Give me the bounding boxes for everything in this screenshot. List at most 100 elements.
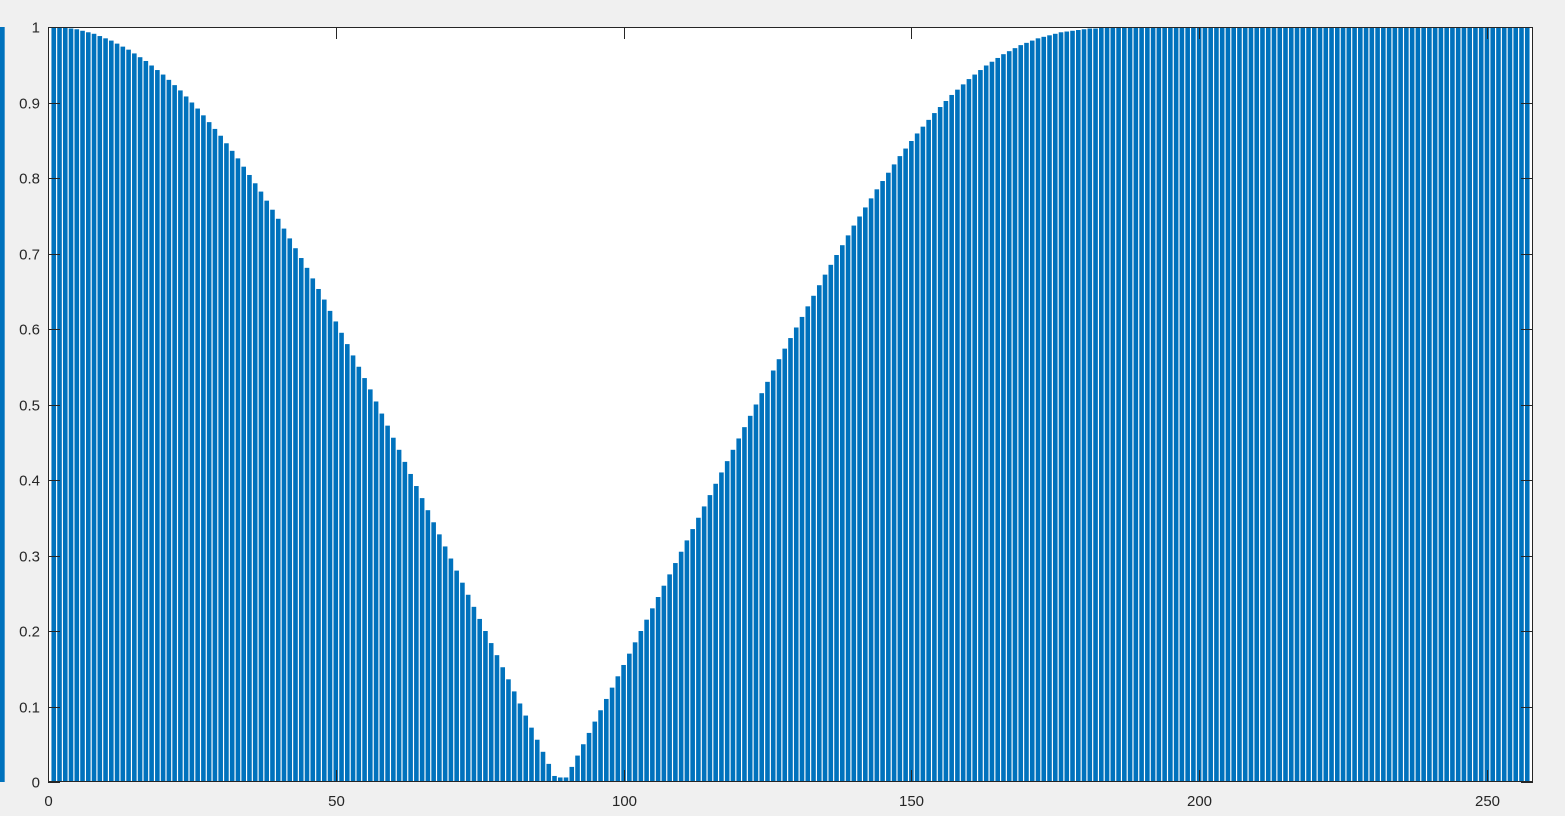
bar	[120, 46, 126, 782]
bar	[1501, 27, 1507, 782]
bar	[661, 585, 667, 782]
bar	[1473, 27, 1478, 782]
bar	[68, 28, 74, 782]
bar	[621, 664, 626, 782]
bar	[333, 321, 339, 782]
bar	[966, 79, 972, 783]
bar	[419, 498, 425, 782]
bar	[506, 679, 511, 782]
bar	[1064, 31, 1070, 782]
y-tick-label: 0.4	[19, 473, 40, 490]
bar	[1110, 27, 1116, 782]
bar	[321, 299, 327, 782]
bar	[195, 108, 200, 783]
bar	[304, 267, 310, 783]
bar	[241, 166, 246, 782]
bar	[1242, 27, 1248, 782]
bar	[891, 164, 897, 782]
bar	[183, 96, 189, 782]
bar	[1139, 27, 1144, 782]
bar	[339, 332, 344, 782]
bar	[1156, 27, 1162, 782]
bar	[1058, 32, 1064, 782]
bar	[1340, 27, 1346, 782]
bar	[1024, 42, 1029, 783]
bar	[1283, 27, 1288, 782]
bar	[788, 338, 793, 782]
bar	[270, 209, 275, 782]
bar	[759, 393, 765, 782]
bar	[368, 389, 373, 782]
bar	[408, 473, 413, 782]
bar	[793, 327, 799, 782]
bar	[1225, 27, 1231, 782]
bar	[598, 710, 603, 782]
bar	[1404, 27, 1409, 782]
bar	[937, 107, 943, 782]
bar	[1294, 27, 1300, 782]
bar	[402, 461, 408, 782]
bar	[1219, 27, 1225, 782]
bar	[103, 38, 108, 782]
bar	[1277, 27, 1283, 782]
bar	[1346, 27, 1352, 782]
x-tick-label: 50	[328, 793, 345, 810]
bar	[327, 310, 333, 782]
bar	[742, 427, 747, 782]
bar	[471, 606, 477, 782]
bar	[414, 486, 419, 782]
bar	[1104, 27, 1110, 782]
bar	[828, 264, 834, 782]
bar	[1191, 27, 1196, 782]
bar	[454, 570, 459, 782]
bar	[920, 126, 926, 782]
bar	[74, 29, 80, 782]
bar	[523, 715, 529, 782]
bar	[85, 32, 91, 782]
bar	[356, 366, 362, 782]
bar	[632, 642, 638, 782]
bar	[160, 74, 166, 782]
bar	[943, 100, 949, 783]
bar	[747, 415, 753, 782]
bar	[1150, 27, 1156, 782]
bar	[955, 89, 960, 782]
bar	[258, 191, 264, 783]
bar	[97, 36, 103, 783]
x-tick-label: 250	[1475, 793, 1500, 810]
bar	[298, 258, 304, 782]
bar	[1496, 27, 1501, 782]
bar	[465, 594, 471, 782]
bar	[673, 563, 678, 782]
bar	[707, 495, 713, 782]
y-tick-label: 0.8	[19, 171, 40, 188]
x-tick-label: 200	[1187, 793, 1212, 810]
bar	[1041, 36, 1047, 782]
bar	[874, 189, 880, 782]
x-tick-label: 150	[899, 793, 924, 810]
y-tick-label: 0	[32, 775, 40, 792]
bar	[477, 618, 482, 782]
y-tick-label: 0.6	[19, 322, 40, 339]
bar	[275, 218, 281, 782]
x-tick-label: 0	[44, 793, 52, 810]
bar	[816, 285, 822, 782]
bar	[350, 355, 356, 782]
bar	[1081, 29, 1087, 782]
y-tick-label: 0.5	[19, 398, 40, 415]
bar	[114, 43, 120, 783]
bar	[886, 172, 891, 782]
bar	[736, 438, 741, 782]
bar	[880, 181, 885, 782]
bar	[655, 597, 661, 782]
bar	[1484, 27, 1490, 782]
bar	[1173, 27, 1179, 782]
bar	[638, 631, 644, 782]
bar	[137, 57, 143, 782]
bar	[379, 413, 385, 782]
bar	[1237, 27, 1242, 782]
bar	[1300, 27, 1306, 782]
bar	[690, 529, 695, 782]
bar	[511, 691, 517, 782]
bar	[546, 763, 552, 782]
